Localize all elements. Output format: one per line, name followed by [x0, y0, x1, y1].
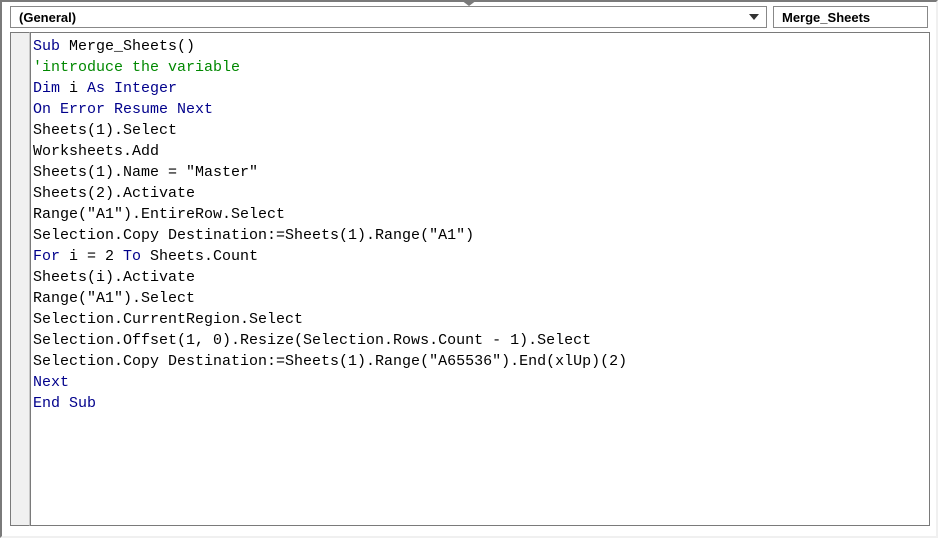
code-line: End Sub [33, 393, 927, 414]
code-line: Worksheets.Add [33, 141, 927, 162]
chevron-down-icon [746, 14, 762, 20]
code-line: On Error Resume Next [33, 99, 927, 120]
code-line: Next [33, 372, 927, 393]
code-area-container: Sub Merge_Sheets()'introduce the variabl… [2, 32, 936, 532]
code-line: 'introduce the variable [33, 57, 927, 78]
code-editor[interactable]: Sub Merge_Sheets()'introduce the variabl… [30, 32, 930, 526]
code-line: Sheets(2).Activate [33, 183, 927, 204]
margin-indicator-bar [10, 32, 30, 526]
procedure-dropdown-label: Merge_Sheets [782, 10, 870, 25]
code-line: Sheets(1).Select [33, 120, 927, 141]
code-line: Selection.CurrentRegion.Select [33, 309, 927, 330]
titlebar-notch-icon [461, 0, 477, 6]
code-line: Range("A1").EntireRow.Select [33, 204, 927, 225]
code-line: Range("A1").Select [33, 288, 927, 309]
object-dropdown-label: (General) [19, 10, 76, 25]
code-line: For i = 2 To Sheets.Count [33, 246, 927, 267]
code-window-frame: (General) Merge_Sheets Sub Merge_Sheets(… [0, 0, 938, 538]
code-line: Dim i As Integer [33, 78, 927, 99]
code-line: Selection.Copy Destination:=Sheets(1).Ra… [33, 225, 927, 246]
code-line: Sheets(i).Activate [33, 267, 927, 288]
code-line: Selection.Offset(1, 0).Resize(Selection.… [33, 330, 927, 351]
dropdown-toolbar: (General) Merge_Sheets [2, 2, 936, 32]
code-line: Sub Merge_Sheets() [33, 36, 927, 57]
object-dropdown[interactable]: (General) [10, 6, 767, 28]
code-line: Selection.Copy Destination:=Sheets(1).Ra… [33, 351, 927, 372]
code-line: Sheets(1).Name = "Master" [33, 162, 927, 183]
procedure-dropdown[interactable]: Merge_Sheets [773, 6, 928, 28]
